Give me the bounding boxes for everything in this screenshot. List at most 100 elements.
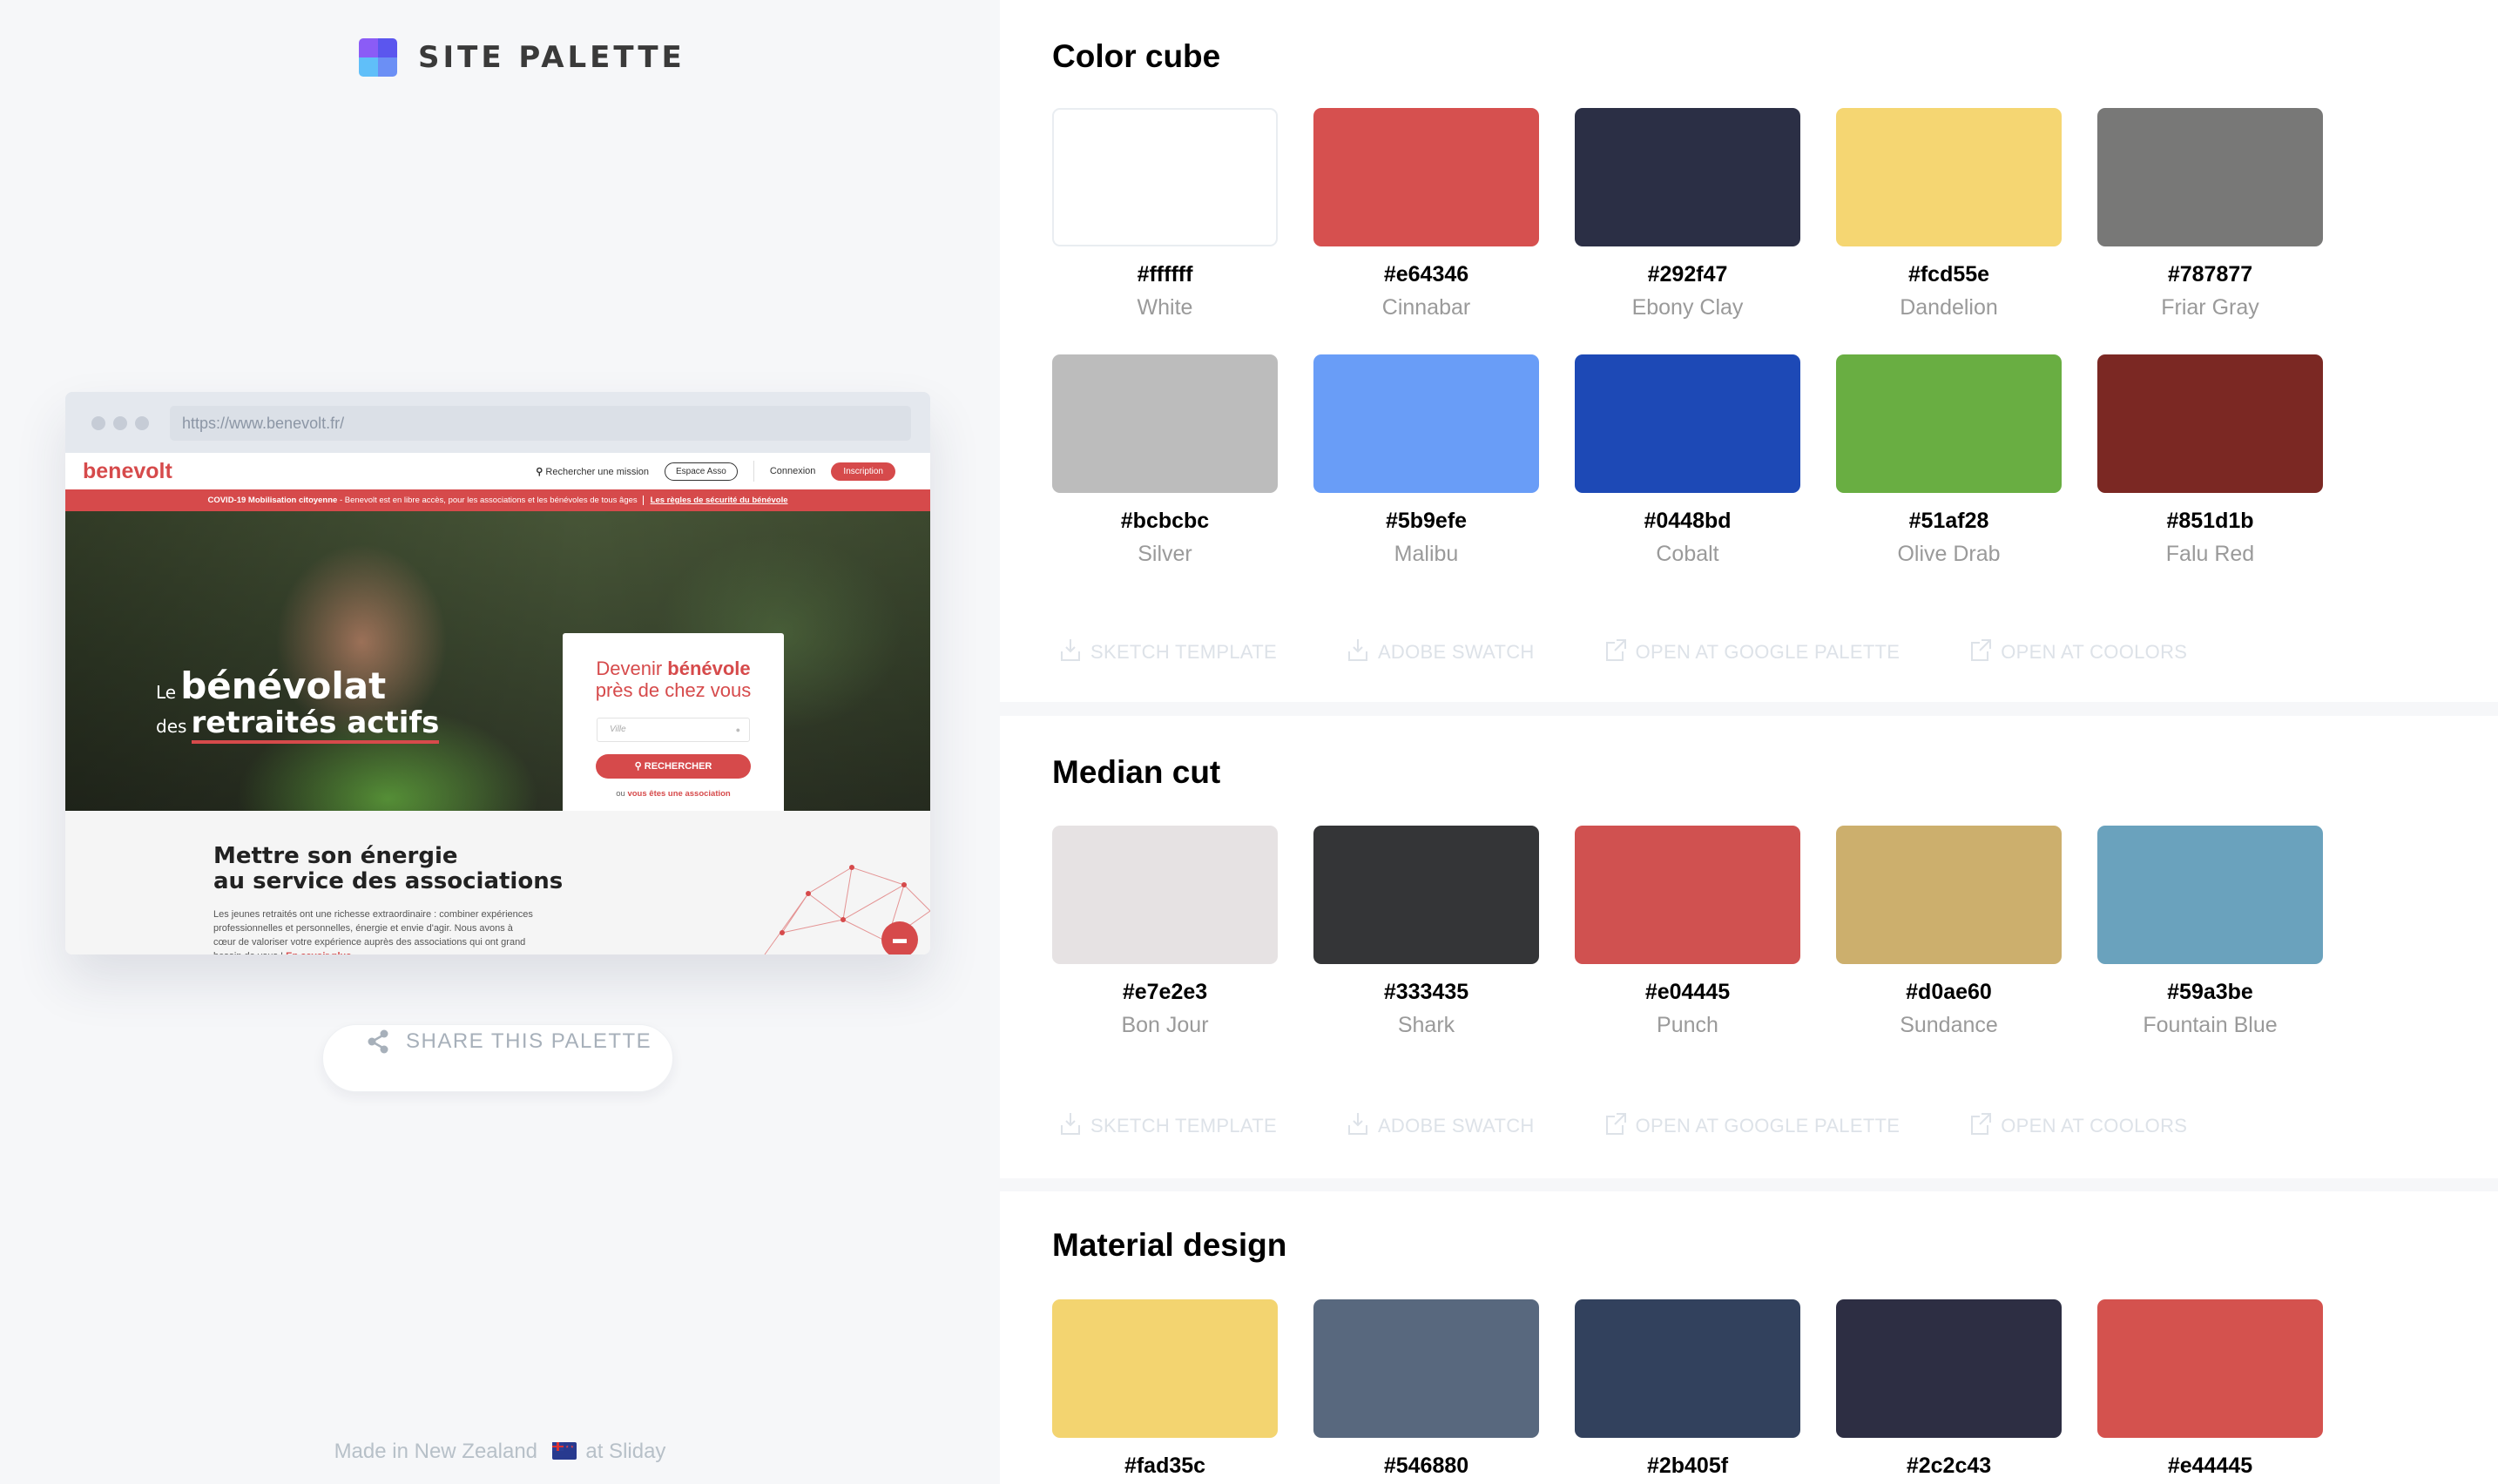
card-title-line2: près de chez vous <box>595 679 752 702</box>
color-swatch[interactable]: #ffffff White <box>1052 108 1278 320</box>
section-color-cube: Color cube #ffffff White #e64346 Cinnabar #2… <box>1000 0 2498 702</box>
swatch-grid: #ffffff White #e64346 Cinnabar #292f47 Ebony … <box>1052 108 2376 567</box>
color-swatch[interactable]: #787877 Friar Gray <box>2097 108 2323 320</box>
hero-title: Le bénévolat des retraités actifs <box>156 668 440 744</box>
swatch-hex[interactable]: #59a3be <box>2097 980 2323 1005</box>
color-swatch[interactable]: #0448bd Cobalt <box>1575 354 1800 567</box>
palettes-panel: Color cube #ffffff White #e64346 Cinnabar #2… <box>1000 0 2498 1484</box>
website-preview: https://www.benevolt.fr/ benevolt Recher… <box>65 392 930 954</box>
swatch-hex[interactable]: #546880 <box>1313 1454 1539 1479</box>
swatch-color-box[interactable] <box>2097 354 2323 493</box>
action-adobe-swatch[interactable]: ADOBE SWATCH <box>1347 1111 1535 1141</box>
action-open-at-google-palette[interactable]: OPEN AT GOOGLE PALETTE <box>1604 637 1901 667</box>
section-title: Material design <box>1052 1227 1287 1263</box>
color-swatch[interactable]: #2c2c43 <box>1836 1299 2062 1479</box>
swatch-color-box[interactable] <box>1313 108 1539 246</box>
color-swatch[interactable]: #e64346 Cinnabar <box>1313 108 1539 320</box>
action-sketch-template[interactable]: SKETCH TEMPLATE <box>1059 637 1277 667</box>
color-swatch[interactable]: #5b9efe Malibu <box>1313 354 1539 567</box>
site-palette-logo-icon <box>359 38 397 77</box>
hero-benevolat: bénévolat <box>180 664 387 707</box>
swatch-hex[interactable]: #5b9efe <box>1313 509 1539 534</box>
swatch-hex[interactable]: #292f47 <box>1575 262 1800 287</box>
swatch-hex[interactable]: #ffffff <box>1052 262 1278 287</box>
footer-sliday-link[interactable]: at Sliday <box>585 1440 665 1463</box>
swatch-hex[interactable]: #bcbcbc <box>1052 509 1278 534</box>
swatch-hex[interactable]: #51af28 <box>1836 509 2062 534</box>
site-hero: Le bénévolat des retraités actifs Deveni… <box>65 511 930 811</box>
color-swatch[interactable]: #333435 Shark <box>1313 826 1539 1038</box>
swatch-hex[interactable]: #333435 <box>1313 980 1539 1005</box>
lower-title-1: Mettre son énergie <box>213 843 458 869</box>
color-swatch[interactable]: #59a3be Fountain Blue <box>2097 826 2323 1038</box>
swatch-color-box[interactable] <box>1052 108 1278 246</box>
swatch-name: Cobalt <box>1656 542 1719 566</box>
color-swatch[interactable]: #bcbcbc Silver <box>1052 354 1278 567</box>
action-open-at-coolors[interactable]: OPEN AT COOLORS <box>1969 637 2187 667</box>
swatch-hex[interactable]: #e7e2e3 <box>1052 980 1278 1005</box>
swatch-hex[interactable]: #e64346 <box>1313 262 1539 287</box>
share-label: SHARE THIS PALETTE <box>406 1029 652 1053</box>
action-sketch-template[interactable]: SKETCH TEMPLATE <box>1059 1111 1277 1141</box>
color-swatch[interactable]: #fad35c <box>1052 1299 1278 1479</box>
swatch-color-box[interactable] <box>1052 1299 1278 1438</box>
swatch-color-box[interactable] <box>1575 108 1800 246</box>
swatch-name: Malibu <box>1394 542 1459 566</box>
color-swatch[interactable]: #546880 <box>1313 1299 1539 1479</box>
swatch-color-box[interactable] <box>2097 826 2323 964</box>
external-link-icon <box>1969 1111 2001 1141</box>
section-title: Median cut <box>1052 754 1221 790</box>
brand[interactable]: SITE PALETTE <box>359 38 685 77</box>
site-nav-espace: Espace Asso <box>665 462 738 481</box>
color-swatch[interactable]: #2b405f <box>1575 1299 1800 1479</box>
share-icon <box>368 1029 388 1054</box>
left-panel: SITE PALETTE https://www.benevolt.fr/ be… <box>0 0 1000 1484</box>
swatch-color-box[interactable] <box>1836 1299 2062 1438</box>
color-swatch[interactable]: #e44445 <box>2097 1299 2323 1479</box>
swatch-hex[interactable]: #e04445 <box>1575 980 1800 1005</box>
swatch-hex[interactable]: #d0ae60 <box>1836 980 2062 1005</box>
swatch-name: Fountain Blue <box>2143 1013 2278 1037</box>
swatch-color-box[interactable] <box>1575 826 1800 964</box>
swatch-color-box[interactable] <box>1575 1299 1800 1438</box>
swatch-color-box[interactable] <box>1836 108 2062 246</box>
swatch-color-box[interactable] <box>1313 354 1539 493</box>
action-open-at-google-palette[interactable]: OPEN AT GOOGLE PALETTE <box>1604 1111 1901 1141</box>
swatch-color-box[interactable] <box>2097 108 2323 246</box>
swatch-hex[interactable]: #2c2c43 <box>1836 1454 2062 1479</box>
lower-more-link: En savoir plus <box>286 951 351 954</box>
swatch-color-box[interactable] <box>1836 826 2062 964</box>
swatch-hex[interactable]: #851d1b <box>2097 509 2323 534</box>
action-adobe-swatch[interactable]: ADOBE SWATCH <box>1347 637 1535 667</box>
swatch-color-box[interactable] <box>2097 1299 2323 1438</box>
swatch-hex[interactable]: #fcd55e <box>1836 262 2062 287</box>
swatch-name: White <box>1137 295 1193 320</box>
swatch-hex[interactable]: #e44445 <box>2097 1454 2323 1479</box>
site-lower-section: Mettre son énergie au service des associ… <box>65 811 930 954</box>
swatch-name: Falu Red <box>2165 542 2255 566</box>
swatch-hex[interactable]: #2b405f <box>1575 1454 1800 1479</box>
swatch-color-box[interactable] <box>1052 826 1278 964</box>
site-nav-signup: Inscription <box>831 462 895 481</box>
color-swatch[interactable]: #e7e2e3 Bon Jour <box>1052 826 1278 1038</box>
swatch-hex[interactable]: #0448bd <box>1575 509 1800 534</box>
color-swatch[interactable]: #292f47 Ebony Clay <box>1575 108 1800 320</box>
download-icon <box>1347 1111 1378 1141</box>
swatch-color-box[interactable] <box>1052 354 1278 493</box>
url-bar: https://www.benevolt.fr/ <box>170 406 911 441</box>
swatch-hex[interactable]: #fad35c <box>1052 1454 1278 1479</box>
swatch-color-box[interactable] <box>1313 1299 1539 1438</box>
swatch-hex[interactable]: #787877 <box>2097 262 2323 287</box>
color-swatch[interactable]: #851d1b Falu Red <box>2097 354 2323 567</box>
swatch-name: Cinnabar <box>1381 295 1471 320</box>
swatch-color-box[interactable] <box>1575 354 1800 493</box>
share-palette-button[interactable]: SHARE THIS PALETTE <box>322 1024 673 1092</box>
swatch-color-box[interactable] <box>1836 354 2062 493</box>
swatch-color-box[interactable] <box>1313 826 1539 964</box>
color-swatch[interactable]: #51af28 Olive Drab <box>1836 354 2062 567</box>
browser-bar: https://www.benevolt.fr/ <box>65 392 930 453</box>
color-swatch[interactable]: #fcd55e Dandelion <box>1836 108 2062 320</box>
color-swatch[interactable]: #d0ae60 Sundance <box>1836 826 2062 1038</box>
color-swatch[interactable]: #e04445 Punch <box>1575 826 1800 1038</box>
action-open-at-coolors[interactable]: OPEN AT COOLORS <box>1969 1111 2187 1141</box>
